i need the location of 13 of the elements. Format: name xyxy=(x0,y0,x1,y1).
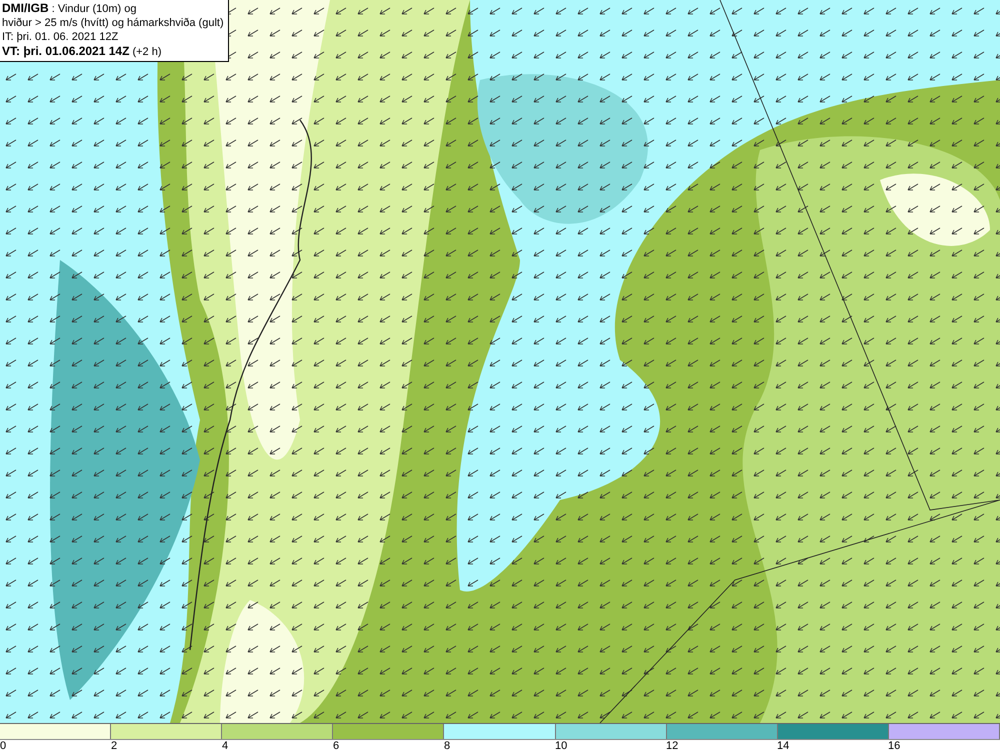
title-line: IT: þri. 01. 06. 2021 12Z xyxy=(2,30,120,44)
title-line: hviður > 25 m/s (hvítt) og hámarkshviða (gult) xyxy=(2,16,224,30)
legend-tick-label: 10 xyxy=(555,740,568,752)
legend-tick-label: 12 xyxy=(666,740,678,752)
title-line: VT: þri. 01.06.2021 14Z (+2 h) xyxy=(2,44,163,59)
legend-tick-label: 14 xyxy=(777,740,790,752)
legend-tick-label: 6 xyxy=(333,740,340,752)
legend-tick-label: 0 xyxy=(0,740,6,752)
legend-tick-label: 4 xyxy=(222,740,228,752)
legend-tick-label: 2 xyxy=(111,740,118,752)
legend-tick-label: 8 xyxy=(444,740,450,752)
legend-tick-label: 16 xyxy=(888,740,900,752)
title-line: DMI/IGB : Vindur (10m) og xyxy=(2,1,138,16)
